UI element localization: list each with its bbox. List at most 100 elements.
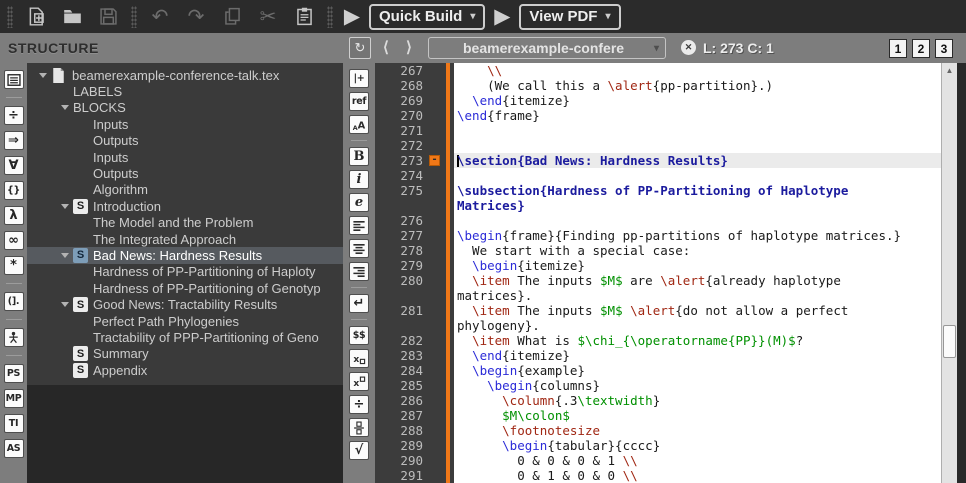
expand-arrow-icon[interactable]	[57, 105, 73, 110]
newline-icon[interactable]: ↵	[349, 294, 369, 313]
sqrt-icon[interactable]: √	[349, 441, 369, 460]
structure-tab-icon[interactable]	[4, 70, 24, 89]
paste-icon[interactable]	[289, 4, 319, 30]
align-center-icon[interactable]	[349, 239, 369, 258]
align-right-icon[interactable]	[349, 262, 369, 281]
view-button-2[interactable]: 2	[912, 39, 930, 58]
code-text[interactable]: \item The inputs $M$ \alert{do not allow…	[454, 303, 941, 318]
code-text[interactable]: 0 & 1 & 0 & 0 \\	[454, 468, 941, 483]
code-text[interactable]: \subsection{Hardness of PP-Partitioning …	[454, 183, 941, 198]
code-text[interactable]: phylogeny}.	[454, 318, 941, 333]
code-text[interactable]: \column{.3\textwidth}	[454, 393, 941, 408]
tree-item[interactable]: Hardness of PP-Partitioning of Genotyp	[27, 280, 343, 296]
superscript-icon[interactable]: x	[349, 372, 369, 391]
tree-item[interactable]: The Model and the Problem	[27, 215, 343, 231]
code-text[interactable]	[454, 168, 941, 183]
code-text[interactable]: \end{itemize}	[454, 93, 941, 108]
tree-item[interactable]: Outputs	[27, 133, 343, 149]
pipe-plus-icon[interactable]: |+	[349, 69, 369, 88]
code-text[interactable]: \end{frame}	[454, 108, 941, 123]
most-used-symbols-tab-icon[interactable]: ∞	[4, 231, 24, 250]
misc-text-tab-icon[interactable]: (].	[4, 292, 24, 311]
view-button-3[interactable]: 3	[935, 39, 953, 58]
tree-item[interactable]: Inputs	[27, 116, 343, 132]
tree-item[interactable]: beamerexample-conference-talk.tex	[27, 67, 343, 83]
relation-symbols-tab-icon[interactable]: ÷	[4, 106, 24, 125]
frac-icon[interactable]: ÷	[349, 395, 369, 414]
inline-math-icon[interactable]: $$	[349, 326, 369, 345]
bold-icon[interactable]: B	[349, 147, 369, 166]
tikz-tab-icon[interactable]: TI	[4, 414, 24, 433]
code-text[interactable]: 0 & 0 & 0 & 1 \\	[454, 453, 941, 468]
pstricks-tab-icon[interactable]: PS	[4, 364, 24, 383]
expand-arrow-icon[interactable]	[57, 302, 73, 307]
delimiters-tab-icon[interactable]: {}	[4, 181, 24, 200]
asymptote-tab-icon[interactable]: AS	[4, 439, 24, 458]
expand-arrow-icon[interactable]	[57, 253, 73, 258]
code-text[interactable]: \item What is $\chi_{\operatorname{PP}}(…	[454, 333, 941, 348]
code-text[interactable]: \\	[454, 63, 941, 78]
code-text[interactable]: \end{itemize}	[454, 348, 941, 363]
subscript-icon[interactable]: x	[349, 349, 369, 368]
accents-tab-icon[interactable]	[4, 328, 24, 347]
expand-arrow-icon[interactable]	[57, 204, 73, 209]
quick-build-button[interactable]: Quick Build▾	[369, 4, 485, 30]
italic-icon[interactable]: i	[349, 170, 369, 189]
code-text[interactable]: $M\colon$	[454, 408, 941, 423]
refresh-structure-icon[interactable]: ↻	[349, 37, 371, 59]
greek-letters-tab-icon[interactable]: λ	[4, 206, 24, 225]
close-document-icon[interactable]: ✕	[681, 40, 696, 55]
code-text[interactable]: Matrices}	[454, 198, 941, 213]
expand-arrow-icon[interactable]	[35, 73, 51, 78]
tree-item[interactable]: Perfect Path Phylogenies	[27, 313, 343, 329]
code-text[interactable]: \begin{example}	[454, 363, 941, 378]
save-icon[interactable]	[93, 4, 123, 30]
scrollbar-up-icon[interactable]: ▲	[942, 63, 957, 77]
view-button-1[interactable]: 1	[889, 39, 907, 58]
code-text[interactable]: We start with a special case:	[454, 243, 941, 258]
ref-icon[interactable]: ref	[349, 92, 369, 111]
dfrac-icon[interactable]	[349, 418, 369, 437]
code-text[interactable]: \item The inputs $M$ are \alert{already …	[454, 273, 941, 288]
code-text[interactable]	[454, 123, 941, 138]
tree-item[interactable]: BLOCKS	[27, 100, 343, 116]
back-chevron-icon[interactable]: ⟨	[383, 38, 389, 56]
tree-item[interactable]: Tractability of PPP-Partitioning of Geno	[27, 329, 343, 345]
tree-item[interactable]: Inputs	[27, 149, 343, 165]
tree-item[interactable]: Algorithm	[27, 182, 343, 198]
code-text[interactable]: \footnotesize	[454, 423, 941, 438]
code-text[interactable]	[454, 213, 941, 228]
tree-item[interactable]: Hardness of PP-Partitioning of Haploty	[27, 264, 343, 280]
redo-icon[interactable]: ↷	[181, 4, 211, 30]
arrow-symbols-tab-icon[interactable]: ⇒	[4, 131, 24, 150]
tree-item[interactable]: SBad News: Hardness Results	[27, 247, 343, 263]
code-text[interactable]	[454, 138, 941, 153]
open-folder-icon[interactable]	[57, 4, 87, 30]
favourite-symbols-tab-icon[interactable]: *	[4, 256, 24, 275]
run-view-pdf-icon[interactable]: ▶	[490, 5, 514, 29]
open-file-selector[interactable]: beamerexample-confere ▾	[428, 37, 666, 59]
view-pdf-button[interactable]: View PDF▾	[519, 4, 620, 30]
forward-chevron-icon[interactable]: ⟩	[406, 38, 412, 56]
tree-item[interactable]: The Integrated Approach	[27, 231, 343, 247]
code-text[interactable]: \begin{frame}{Finding pp-partitions of h…	[454, 228, 941, 243]
tree-item[interactable]: SGood News: Tractability Results	[27, 296, 343, 312]
font-size-icon[interactable]: AA	[349, 115, 369, 134]
tree-item[interactable]: SIntroduction	[27, 198, 343, 214]
tree-item[interactable]: SAppendix	[27, 362, 343, 378]
code-text[interactable]: \begin{tabular}{cccc}	[454, 438, 941, 453]
misc-symbols-tab-icon[interactable]: ∀	[4, 156, 24, 175]
run-quick-build-icon[interactable]: ▶	[340, 5, 364, 29]
emph-icon[interactable]: e	[349, 193, 369, 212]
scrollbar-thumb[interactable]	[943, 325, 956, 358]
copy-icon[interactable]	[217, 4, 247, 30]
code-text[interactable]: \begin{itemize}	[454, 258, 941, 273]
editor-scrollbar[interactable]: ▲	[941, 63, 957, 483]
fold-collapse-icon[interactable]: -	[429, 155, 440, 166]
undo-icon[interactable]: ↶	[145, 4, 175, 30]
code-text[interactable]: matrices}.	[454, 288, 941, 303]
code-text[interactable]: \section{Bad News: Hardness Results}	[454, 153, 941, 168]
metapost-tab-icon[interactable]: MP	[4, 389, 24, 408]
align-left-icon[interactable]	[349, 216, 369, 235]
code-text[interactable]: (We call this a \alert{pp-partition}.)	[454, 78, 941, 93]
